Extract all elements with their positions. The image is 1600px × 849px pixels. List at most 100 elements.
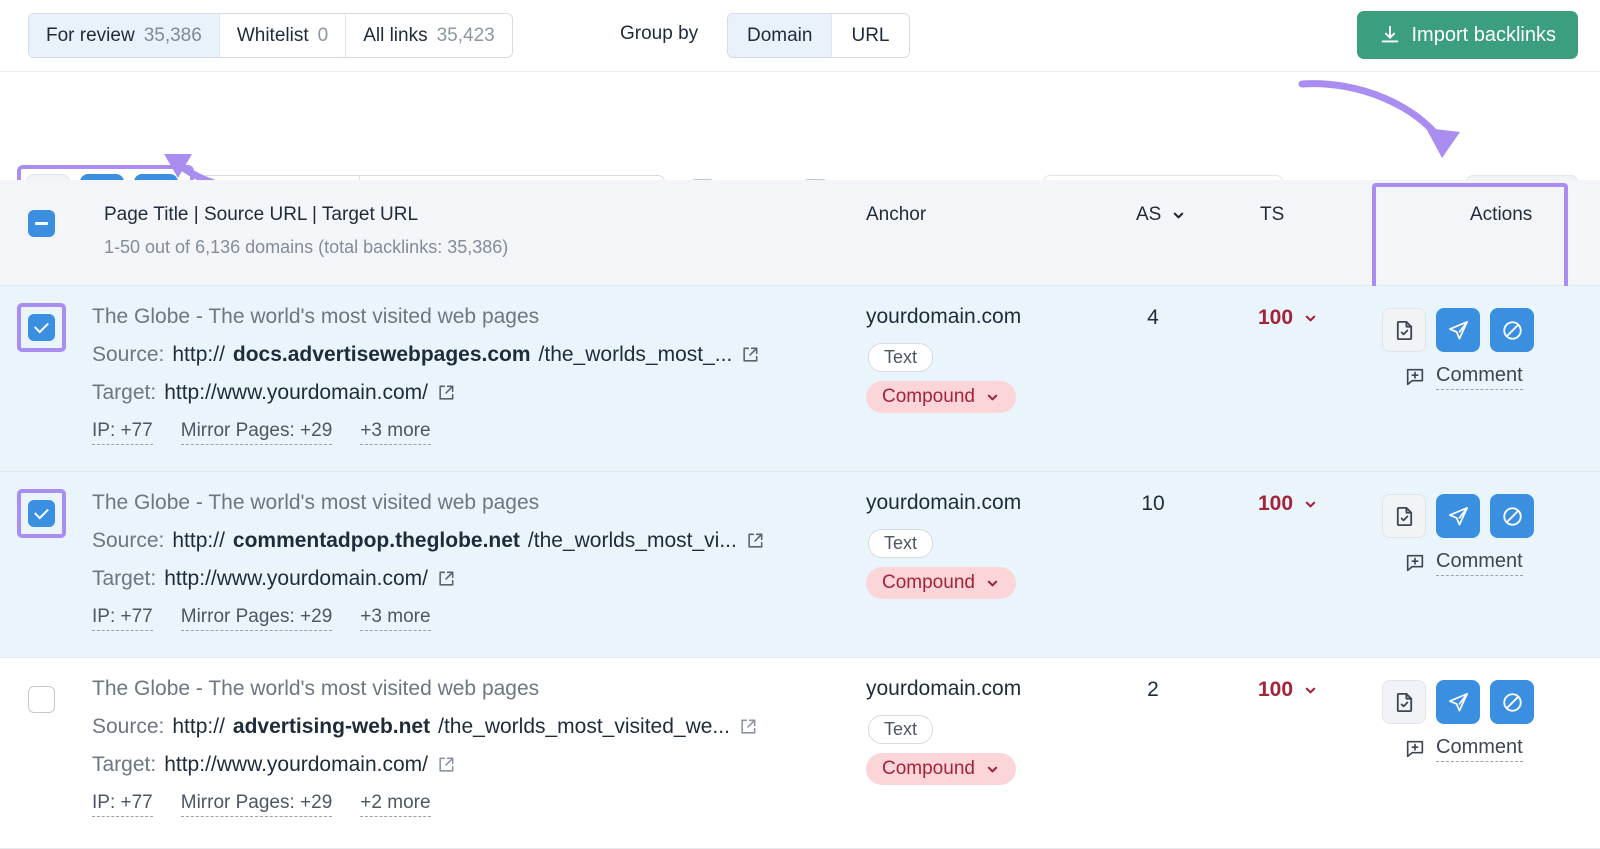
- disallow-icon: [1501, 691, 1524, 714]
- source-domain: docs.advertisewebpages.com: [232, 343, 531, 366]
- external-link-icon[interactable]: [745, 531, 765, 551]
- external-link-icon[interactable]: [436, 383, 456, 403]
- row-comment-label: Comment: [1436, 736, 1523, 762]
- row-anchor-type-pill: Text: [868, 529, 934, 558]
- group-by-domain[interactable]: Domain: [728, 14, 833, 57]
- select-all-checkbox[interactable]: [28, 210, 55, 237]
- target-label: Target:: [92, 381, 157, 404]
- comment-add-icon: [1404, 366, 1426, 388]
- target-url-value: http://www.yourdomain.com/: [164, 753, 428, 776]
- row-anchor-type-pill: Text: [868, 715, 934, 744]
- row-meta-mirror-pages[interactable]: Mirror Pages: +29: [180, 420, 333, 445]
- row-source-url[interactable]: Source: http:// advertising-web.net/the_w…: [92, 715, 758, 739]
- row-meta-links: IP: +77 Mirror Pages: +29 +3 more: [92, 606, 431, 631]
- row-meta-ip[interactable]: IP: +77: [92, 420, 153, 445]
- row-send-button[interactable]: [1436, 494, 1480, 538]
- tab-all-links[interactable]: All links 35,423: [346, 14, 512, 57]
- source-protocol: http://: [172, 343, 225, 366]
- table-header: Page Title | Source URL | Target URL 1-5…: [0, 180, 1600, 286]
- row-anchor-compound-label: Compound: [882, 572, 975, 593]
- chevron-down-icon: [985, 762, 1000, 777]
- row-meta-more[interactable]: +3 more: [360, 420, 431, 445]
- filter-toolbar: Everywhere New Target URL error Advanced…: [0, 72, 1600, 227]
- row-source-url[interactable]: Source: http:// commentadpop.theglobe.net…: [92, 529, 765, 553]
- import-backlinks-button[interactable]: Import backlinks: [1356, 11, 1578, 59]
- import-backlinks-label: Import backlinks: [1411, 23, 1557, 46]
- row-source-url[interactable]: Source: http:// docs.advertisewebpages.co…: [92, 343, 760, 367]
- comment-add-icon: [1404, 738, 1426, 760]
- tab-for-review-label: For review: [46, 24, 135, 46]
- row-page-title: The Globe - The world's most visited web…: [92, 305, 540, 328]
- row-anchor-compound-pill[interactable]: Compound: [866, 567, 1016, 599]
- row-disallow-button[interactable]: [1490, 494, 1534, 538]
- group-by-label: Group by: [620, 23, 699, 44]
- row-meta-ip[interactable]: IP: +77: [92, 792, 153, 817]
- row-ts-value-wrap[interactable]: 100: [1258, 678, 1318, 702]
- row-comment-button[interactable]: Comment: [1404, 364, 1523, 390]
- row-move-to-list-button[interactable]: [1382, 308, 1426, 352]
- target-url-value: http://www.yourdomain.com/: [164, 567, 428, 590]
- column-header-anchor: Anchor: [866, 204, 927, 225]
- send-icon: [1447, 319, 1470, 342]
- column-header-ts: TS: [1260, 204, 1285, 225]
- group-by-url[interactable]: URL: [832, 14, 908, 57]
- result-count-summary: 1-50 out of 6,136 domains (total backlin…: [104, 237, 509, 257]
- row-select-checkbox[interactable]: [28, 686, 55, 713]
- row-disallow-button[interactable]: [1490, 680, 1534, 724]
- row-target-url[interactable]: Target: http://www.yourdomain.com/: [92, 753, 456, 777]
- row-send-button[interactable]: [1436, 308, 1480, 352]
- document-check-icon: [1393, 691, 1416, 714]
- row-move-to-list-button[interactable]: [1382, 680, 1426, 724]
- table-row[interactable]: The Globe - The world's most visited web…: [0, 472, 1600, 658]
- target-label: Target:: [92, 567, 157, 590]
- tab-whitelist-count: 0: [317, 24, 329, 46]
- external-link-icon[interactable]: [436, 569, 456, 589]
- source-protocol: http://: [172, 715, 225, 738]
- row-meta-mirror-pages[interactable]: Mirror Pages: +29: [180, 792, 333, 817]
- tab-whitelist[interactable]: Whitelist 0: [219, 14, 347, 57]
- source-path: /the_worlds_most_vi...: [527, 529, 737, 552]
- disallow-icon: [1501, 505, 1524, 528]
- row-meta-more[interactable]: +3 more: [360, 606, 431, 631]
- column-header-as[interactable]: AS: [1136, 204, 1186, 226]
- row-ts-value-wrap[interactable]: 100: [1258, 306, 1318, 330]
- row-anchor-compound-pill[interactable]: Compound: [866, 753, 1016, 785]
- chevron-down-icon: [1171, 208, 1186, 223]
- chevron-down-icon: [1303, 497, 1318, 512]
- row-anchor-compound-pill[interactable]: Compound: [866, 381, 1016, 413]
- row-comment-button[interactable]: Comment: [1404, 550, 1523, 576]
- row-move-to-list-button[interactable]: [1382, 494, 1426, 538]
- row-anchor: yourdomain.com: [866, 305, 1022, 328]
- column-header-as-label: AS: [1136, 204, 1162, 225]
- row-page-title: The Globe - The world's most visited web…: [92, 677, 540, 700]
- source-path: /the_worlds_most_visited_we...: [438, 715, 730, 738]
- row-actions-group: [1382, 308, 1534, 352]
- row-select-checkbox[interactable]: [28, 500, 55, 527]
- row-ts-value: 100: [1258, 678, 1294, 701]
- source-label: Source:: [92, 715, 165, 738]
- row-ts-value: 100: [1258, 492, 1294, 515]
- row-ts-value: 100: [1258, 306, 1294, 329]
- external-link-icon[interactable]: [740, 345, 760, 365]
- row-disallow-button[interactable]: [1490, 308, 1534, 352]
- row-meta-links: IP: +77 Mirror Pages: +29 +2 more: [92, 792, 431, 817]
- table-row[interactable]: The Globe - The world's most visited web…: [0, 286, 1600, 472]
- row-send-button[interactable]: [1436, 680, 1480, 724]
- row-meta-more[interactable]: +2 more: [360, 792, 431, 817]
- row-meta-ip[interactable]: IP: +77: [92, 606, 153, 631]
- row-actions-group: [1382, 494, 1534, 538]
- external-link-icon[interactable]: [436, 755, 456, 775]
- download-icon: [1379, 24, 1401, 46]
- row-meta-mirror-pages[interactable]: Mirror Pages: +29: [180, 606, 333, 631]
- source-label: Source:: [92, 343, 165, 366]
- tab-whitelist-label: Whitelist: [236, 24, 309, 46]
- row-meta-links: IP: +77 Mirror Pages: +29 +3 more: [92, 420, 431, 445]
- row-select-checkbox[interactable]: [28, 314, 55, 341]
- tab-for-review[interactable]: For review 35,386: [29, 14, 220, 57]
- row-ts-value-wrap[interactable]: 100: [1258, 492, 1318, 516]
- external-link-icon[interactable]: [738, 717, 758, 737]
- row-target-url[interactable]: Target: http://www.yourdomain.com/: [92, 381, 456, 405]
- row-target-url[interactable]: Target: http://www.yourdomain.com/: [92, 567, 456, 591]
- row-comment-button[interactable]: Comment: [1404, 736, 1523, 762]
- table-row[interactable]: The Globe - The world's most visited web…: [0, 658, 1600, 849]
